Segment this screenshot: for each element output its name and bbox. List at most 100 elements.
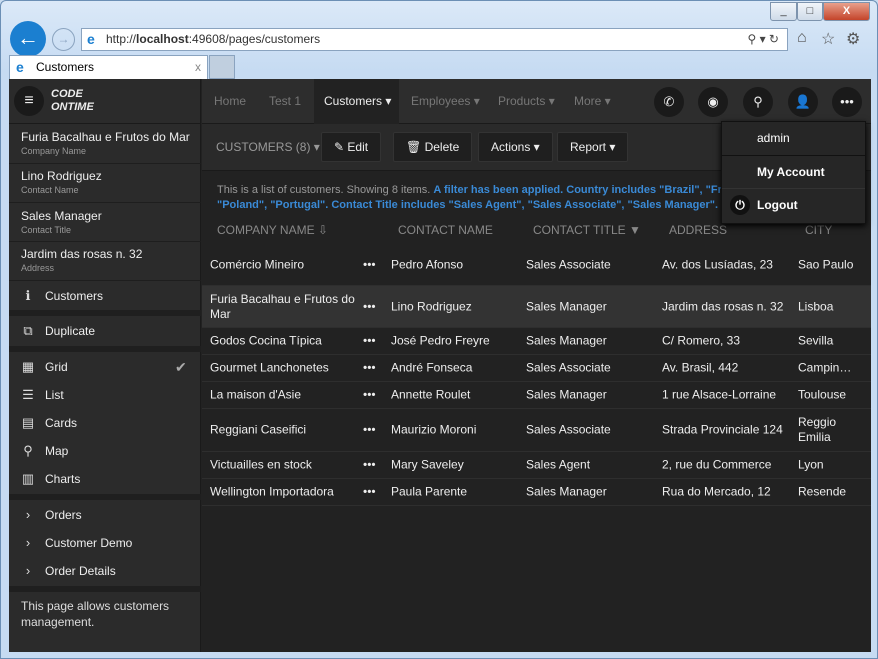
row-menu-icon[interactable]: ••• — [363, 299, 376, 314]
url-scheme: http:// — [106, 32, 137, 46]
maximize-button[interactable]: □ — [797, 2, 823, 21]
minimize-button[interactable]: _ — [770, 2, 797, 21]
header-city[interactable]: CITY — [805, 223, 832, 238]
table-row[interactable]: Godos Cocina Típica ••• José Pedro Freyre S… — [202, 328, 871, 355]
row-menu-icon[interactable]: ••• — [363, 458, 376, 473]
city-cell: Campin… — [798, 360, 852, 375]
menu-label: List — [45, 388, 64, 402]
sidebar: ≡ CODE ONTIME Furia Bacalhau e Frutos do… — [9, 79, 201, 652]
menu-label: Map — [45, 444, 69, 458]
nav-more[interactable]: More ▾ — [574, 79, 611, 124]
row-menu-icon[interactable]: ••• — [363, 334, 376, 349]
row-menu-icon[interactable]: ••• — [363, 361, 376, 376]
contact-name-cell: Mary Saveley — [391, 457, 464, 472]
more-icon[interactable]: ••• — [832, 87, 862, 117]
eye-icon[interactable]: ◉ — [698, 87, 728, 117]
menu-order-details[interactable]: › Order Details — [9, 557, 201, 585]
table-row[interactable]: La maison d'Asie ••• Annette Roulet Sales M… — [202, 382, 871, 409]
user-name: admin — [722, 122, 865, 156]
header-address[interactable]: ADDRESS — [669, 223, 727, 238]
row-menu-icon[interactable]: ••• — [363, 388, 376, 403]
tab-title: Customers — [36, 60, 95, 74]
menu-list[interactable]: ☰ List — [9, 381, 201, 409]
chevron-right-icon: › — [25, 507, 31, 522]
browser-window: _ □ X ← → e http://localhost:49608/pages… — [0, 0, 878, 659]
city-cell: Sao Paulo — [798, 257, 854, 271]
logout-item[interactable]: ⏻ Logout — [722, 189, 865, 222]
menu-orders[interactable]: › Orders — [9, 501, 201, 529]
report-button[interactable]: Report ▾ — [557, 132, 629, 162]
settings-gear-icon[interactable]: ⚙ — [846, 29, 860, 49]
company-name-cell: Gourmet Lanchonetes — [210, 360, 329, 375]
actions-button[interactable]: Actions ▾ — [478, 132, 553, 162]
contact-title-cell: Sales Associate — [526, 360, 611, 375]
nav-products[interactable]: Products ▾ — [498, 79, 555, 124]
table-row[interactable]: Furia Bacalhau e Frutos do Mar ••• Lino Ro… — [202, 286, 871, 328]
address-cell: 2, rue du Commerce — [662, 457, 772, 472]
tab-close-icon[interactable]: x — [195, 56, 201, 78]
context-value: Jardim das rosas n. 32 — [21, 247, 143, 261]
nav-home[interactable]: Home — [214, 79, 246, 124]
new-tab-button[interactable] — [209, 55, 235, 79]
menu-customer-demo[interactable]: › Customer Demo — [9, 529, 201, 557]
menu-duplicate[interactable]: ⧉ Duplicate — [9, 317, 201, 345]
address-bar[interactable]: e http://localhost:49608/pages/customers… — [81, 28, 788, 51]
delete-button[interactable]: 🗑 Delete — [393, 132, 473, 162]
header-company-name[interactable]: COMPANY NAME ⇩ — [217, 223, 328, 238]
context-item-address[interactable]: Jardim das rosas n. 32 Address — [9, 242, 201, 281]
contact-title-cell: Sales Associate — [526, 257, 611, 271]
header-contact-name[interactable]: CONTACT NAME — [398, 223, 493, 238]
nav-employees[interactable]: Employees ▾ — [411, 79, 480, 124]
close-window-button[interactable]: X — [823, 2, 870, 21]
logout-label: Logout — [757, 198, 798, 212]
url-path: :49608/pages/customers — [188, 32, 321, 46]
menu-grid[interactable]: ▦ Grid ✔ — [9, 353, 201, 381]
forward-button[interactable]: → — [52, 28, 75, 51]
menu-customers[interactable]: ℹ Customers — [9, 282, 201, 310]
favorites-star-icon[interactable]: ☆ — [821, 29, 835, 49]
nav-customers[interactable]: Customers ▾ — [314, 79, 399, 124]
menu-cards[interactable]: ▤ Cards — [9, 409, 201, 437]
user-dropdown: admin My Account ⏻ Logout — [721, 121, 866, 224]
browser-tab[interactable]: e Customers x — [9, 55, 208, 79]
my-account-item[interactable]: My Account — [722, 156, 865, 189]
table-row[interactable]: Comércio Mineiro ••• Pedro Afonso Sales Ass… — [202, 244, 871, 286]
context-item-title[interactable]: Sales Manager Contact Title — [9, 203, 201, 242]
context-value: Sales Manager — [21, 209, 102, 223]
view-selector[interactable]: CUSTOMERS (8) ▾ — [216, 140, 320, 154]
table-row[interactable]: Victuailles en stock ••• Mary Saveley Sales… — [202, 452, 871, 479]
filter-link[interactable]: "Poland", "Portugal". Contact Title incl… — [217, 199, 718, 211]
nav-test1[interactable]: Test 1 — [269, 79, 301, 124]
context-value: Lino Rodriguez — [21, 169, 102, 183]
edit-button[interactable]: ✎ Edit — [321, 132, 382, 162]
table-row[interactable]: Reggiani Caseifici ••• Maurizio Moroni Sale… — [202, 409, 871, 452]
duplicate-icon: ⧉ — [23, 323, 33, 338]
menu-label: Charts — [45, 472, 81, 486]
hamburger-menu-icon[interactable]: ≡ — [14, 86, 44, 116]
context-item-company[interactable]: Furia Bacalhau e Frutos do Mar Company Na… — [9, 126, 201, 164]
bar-chart-icon: ▥ — [21, 471, 35, 486]
menu-charts[interactable]: ▥ Charts — [9, 465, 201, 493]
row-menu-icon[interactable]: ••• — [363, 257, 376, 272]
map-marker-icon: ⚲ — [23, 443, 33, 458]
company-name-cell: Reggiani Caseifici — [210, 422, 307, 437]
menu-map[interactable]: ⚲ Map — [9, 437, 201, 465]
back-button[interactable]: ← — [10, 21, 46, 57]
search-icon[interactable]: ⚲ — [743, 87, 773, 117]
header-contact-title[interactable]: CONTACT TITLE ▼ — [533, 223, 641, 238]
filter-link[interactable]: A filter has been applied. Country inclu… — [433, 184, 728, 196]
context-item-contact[interactable]: Lino Rodriguez Contact Name — [9, 164, 201, 203]
table-row[interactable]: Wellington Importadora ••• Paula Parente Sa… — [202, 479, 871, 506]
contact-name-cell: Annette Roulet — [391, 387, 471, 402]
search-refresh-icon[interactable]: ⚲ ▾ ↻ — [747, 29, 779, 50]
phone-icon[interactable]: ✆ — [654, 87, 684, 117]
address-cell: Av. Brasil, 442 — [662, 360, 739, 375]
row-menu-icon[interactable]: ••• — [363, 485, 376, 500]
user-icon[interactable]: 👤 — [788, 87, 818, 117]
menu-label: Customer Demo — [45, 536, 133, 550]
row-menu-icon[interactable]: ••• — [363, 423, 376, 438]
table-row[interactable]: Gourmet Lanchonetes ••• André Fonseca Sales… — [202, 355, 871, 382]
checkmark-icon: ✔ — [175, 359, 187, 375]
home-icon[interactable]: ⌂ — [797, 29, 807, 47]
menu-label: Orders — [45, 508, 82, 522]
